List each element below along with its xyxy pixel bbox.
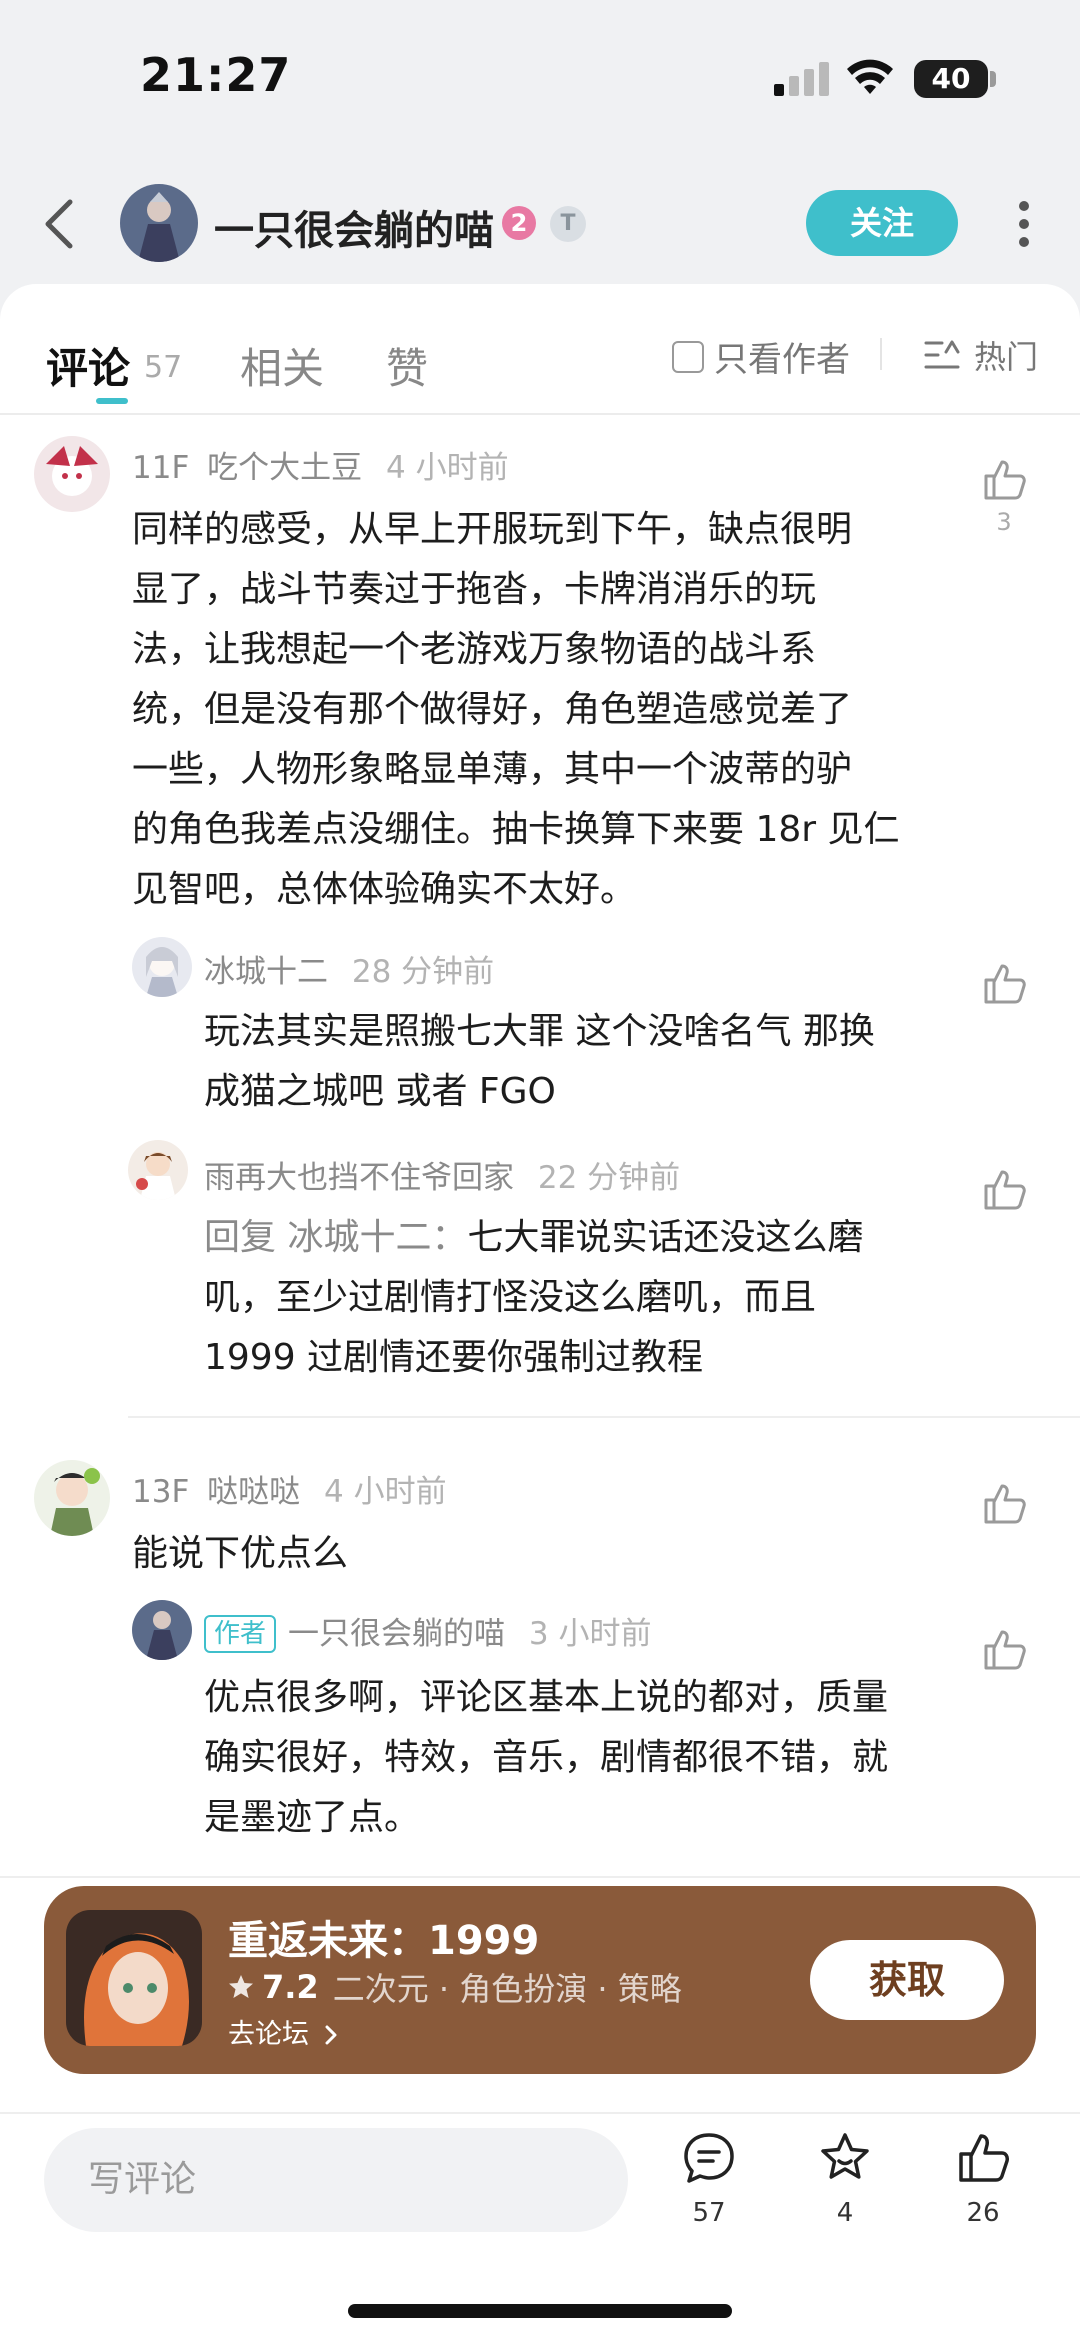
only-author-checkbox[interactable] — [672, 340, 704, 373]
comment-bubble-icon — [684, 2133, 734, 2183]
level-badge: 2 — [502, 206, 536, 240]
thumbs-up-icon — [959, 2134, 1009, 2182]
thumbs-up-icon[interactable] — [980, 1480, 1028, 1528]
thumbs-up-icon[interactable] — [980, 1626, 1028, 1674]
reply-text[interactable]: 回复 冰城十二：七大罪说实话还没这么磨 叽，至少过剧情打怪没这么磨叽，而且 19… — [204, 1208, 964, 1388]
favorite-action[interactable]: 4 — [800, 2130, 890, 2228]
thumbs-up-icon[interactable] — [980, 1166, 1028, 1214]
comment-meta: 13F 哒哒哒 4 小时前 — [132, 1466, 447, 1511]
star-icon — [229, 1975, 253, 1998]
reply-meta: 作者 一只很会躺的喵 3 小时前 — [204, 1608, 651, 1653]
reply-avatar[interactable] — [132, 1600, 192, 1660]
tab-related[interactable]: 相关 — [240, 335, 324, 396]
cell-signal-icon — [774, 62, 829, 96]
more-options-icon[interactable] — [1018, 200, 1030, 248]
active-tab-indicator — [96, 398, 128, 404]
comment-time: 4 小时前 — [324, 1474, 447, 1510]
comment-text[interactable]: 同样的感受，从早上开服玩到下午，缺点很明 显了，战斗节奏过于拖沓，卡牌消消乐的玩… — [132, 500, 962, 920]
battery-indicator: 40 — [914, 60, 988, 98]
game-score: 7.2 — [262, 1968, 319, 2006]
comment-divider — [128, 1416, 1080, 1418]
comments-count: 57 — [144, 350, 183, 385]
go-to-forum-link[interactable]: 去论坛 — [228, 2012, 340, 2051]
commenter-avatar[interactable] — [34, 436, 110, 512]
chevron-right-icon — [325, 2025, 337, 2045]
commenter-name[interactable]: 哒哒哒 — [207, 1474, 300, 1510]
home-indicator — [348, 2304, 732, 2318]
only-author-label: 只看作者 — [714, 340, 850, 380]
back-arrow-icon[interactable] — [40, 196, 80, 252]
status-time: 21:27 — [140, 48, 292, 102]
reply-avatar[interactable] — [128, 1140, 188, 1200]
battery-cap — [990, 71, 996, 87]
author-avatar[interactable] — [120, 184, 198, 262]
commenter-name[interactable]: 吃个大土豆 — [207, 450, 362, 486]
author-tag: 作者 — [204, 1615, 277, 1653]
tabs-divider — [0, 413, 1080, 415]
floor-number: 13F — [132, 1474, 190, 1510]
reply-time: 28 分钟前 — [351, 954, 495, 990]
like-total: 26 — [966, 2198, 1000, 2228]
replier-name[interactable]: 一只很会躺的喵 — [288, 1616, 505, 1652]
reply-prefix[interactable]: 回复 冰城十二： — [204, 1217, 467, 1258]
game-tags: 二次元 · 角色扮演 · 策略 — [332, 1970, 682, 2008]
comment-divider — [0, 1876, 1080, 1878]
reply-time: 3 小时前 — [528, 1616, 652, 1652]
comment-input[interactable]: 写评论 — [44, 2128, 628, 2232]
game-rating: 7.2 二次元 · 角色扮演 · 策略 — [228, 1964, 682, 2010]
comments-action[interactable]: 57 — [664, 2130, 754, 2228]
comment-text[interactable]: 能说下优点么 — [132, 1524, 962, 1584]
favorite-count: 4 — [836, 2198, 854, 2228]
replier-name[interactable]: 雨再大也挡不住爷回家 — [204, 1160, 514, 1196]
reply-text[interactable]: 优点很多啊，评论区基本上说的都对，质量 确实很好，特效，音乐，剧情都很不错，就 … — [204, 1668, 964, 1848]
thumbs-up-icon[interactable] — [980, 456, 1028, 504]
commenter-avatar[interactable] — [34, 1460, 110, 1536]
sort-hot-button[interactable]: 热门 — [924, 332, 1038, 378]
comment-meta: 11F 吃个大土豆 4 小时前 — [132, 442, 509, 487]
reply-text[interactable]: 玩法其实是照搬七大罪 这个没啥名气 那换 成猫之城吧 或者 FGO — [204, 1002, 964, 1122]
replier-name[interactable]: 冰城十二 — [204, 954, 328, 990]
wifi-icon — [847, 59, 893, 94]
author-name[interactable]: 一只很会躺的喵 — [214, 198, 494, 256]
sort-icon — [924, 340, 960, 369]
sort-divider — [880, 338, 882, 370]
title-badge: T — [550, 206, 586, 242]
game-name[interactable]: 重返未来：1999 — [228, 1908, 539, 1966]
reply-meta: 雨再大也挡不住爷回家 22 分钟前 — [204, 1152, 680, 1197]
star-icon — [821, 2133, 869, 2179]
only-author-toggle[interactable]: 只看作者 — [672, 332, 850, 381]
follow-button[interactable]: 关注 — [806, 190, 958, 256]
comment-count: 57 — [692, 2198, 726, 2228]
tab-likes[interactable]: 赞 — [386, 335, 428, 396]
reply-avatar[interactable] — [132, 937, 192, 997]
reply-meta: 冰城十二 28 分钟前 — [204, 946, 494, 991]
comment-time: 4 小时前 — [386, 450, 509, 486]
reply-time: 22 分钟前 — [537, 1160, 681, 1196]
game-thumbnail[interactable] — [66, 1910, 202, 2046]
floor-number: 11F — [132, 450, 190, 486]
thumbs-up-icon[interactable] — [980, 960, 1028, 1008]
tab-comments[interactable]: 评论 — [46, 335, 130, 396]
get-game-button[interactable]: 获取 — [810, 1940, 1004, 2020]
sort-label: 热门 — [974, 338, 1039, 376]
like-count: 3 — [996, 508, 1012, 536]
like-action[interactable]: 26 — [938, 2130, 1028, 2228]
